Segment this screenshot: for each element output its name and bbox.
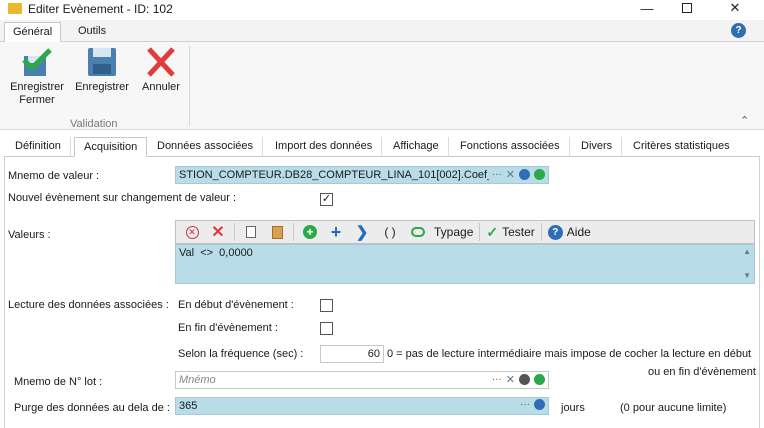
delete-icon[interactable]: ✕ bbox=[208, 222, 228, 242]
chevron-right-icon[interactable]: ❯ bbox=[352, 222, 372, 242]
maximize-icon bbox=[682, 3, 692, 13]
lecture-label: Lecture des données associées : bbox=[8, 299, 169, 311]
goto-icon[interactable] bbox=[519, 169, 530, 180]
tab-acquisition[interactable]: Acquisition bbox=[74, 137, 148, 157]
freq-note-1: 0 = pas de lecture intermédiaire mais im… bbox=[387, 348, 752, 360]
floppy-icon bbox=[88, 48, 116, 76]
lot-field[interactable]: Mnémo ··· ✕ bbox=[175, 371, 549, 389]
help-circle-icon: ? bbox=[547, 224, 563, 240]
save-label: Enregistrer bbox=[75, 81, 129, 93]
toolbar-separator bbox=[479, 223, 481, 241]
freq-input[interactable]: 60 bbox=[320, 345, 384, 363]
window-title: Editer Evènement - ID: 102 bbox=[28, 2, 173, 16]
lot-placeholder: Mnémo bbox=[179, 374, 216, 386]
delete-line-icon[interactable]: ✕ bbox=[182, 222, 202, 242]
cancel-icon bbox=[147, 47, 175, 77]
purge-unit: jours bbox=[561, 402, 585, 414]
tab-import-donnees[interactable]: Import des données bbox=[266, 137, 383, 157]
freq-value: 60 bbox=[367, 348, 380, 360]
aide-button[interactable]: ? Aide bbox=[547, 224, 591, 240]
purge-value: 365 bbox=[179, 400, 198, 412]
paste-icon[interactable] bbox=[267, 222, 287, 242]
mnemo-label: Mnemo de valeur : bbox=[8, 170, 100, 182]
new-event-checkbox[interactable]: ✓ bbox=[320, 193, 333, 206]
collapse-ribbon-icon[interactable]: ⌃ bbox=[740, 114, 749, 127]
lot-label: Mnemo de N° lot : bbox=[14, 376, 103, 388]
tab-criteres-statistiques[interactable]: Critères statistiques bbox=[624, 137, 739, 157]
add-circle-icon[interactable]: + bbox=[300, 222, 320, 242]
folder-icon bbox=[8, 3, 22, 14]
mnemo-value: STION_COMPTEUR.DB28_COMPTEUR_LINA_101[00… bbox=[179, 169, 501, 181]
valeurs-editor[interactable]: Val <> 0,0000 ▲ ▼ bbox=[175, 244, 755, 284]
typage-button[interactable]: Typage bbox=[434, 225, 473, 239]
ribbon-tab-outils[interactable]: Outils bbox=[70, 22, 114, 42]
freq-note-2: ou en fin d'évènement bbox=[648, 366, 756, 378]
fin-label: En fin d'évènement : bbox=[178, 322, 278, 334]
valeurs-label: Valeurs : bbox=[8, 229, 51, 241]
add-icon[interactable] bbox=[534, 169, 545, 180]
tab-fonctions-associees[interactable]: Fonctions associées bbox=[451, 137, 570, 157]
debut-label: En début d'évènement : bbox=[178, 299, 294, 311]
goto-icon[interactable] bbox=[519, 374, 530, 385]
toolbar-separator bbox=[234, 223, 235, 241]
toolbar-separator bbox=[540, 223, 542, 241]
tab-definition[interactable]: Définition bbox=[6, 137, 71, 157]
content-tabs: Définition Acquisition Données associées… bbox=[4, 137, 760, 157]
goto-icon[interactable] bbox=[534, 399, 545, 410]
purge-field[interactable]: 365 ··· bbox=[175, 397, 549, 415]
copy-icon[interactable] bbox=[241, 222, 261, 242]
maximize-button[interactable] bbox=[664, 0, 710, 16]
cancel-button[interactable]: Annuler bbox=[138, 46, 184, 94]
scroll-up-icon[interactable]: ▲ bbox=[743, 247, 751, 256]
check-icon: ✓ bbox=[486, 223, 499, 240]
save-close-label: Enregistrer Fermer bbox=[10, 81, 64, 106]
tester-label: Tester bbox=[502, 225, 535, 239]
more-icon[interactable]: ··· bbox=[520, 399, 530, 410]
more-icon[interactable]: ··· bbox=[492, 374, 502, 385]
ribbon-tabs: Général Outils ? bbox=[0, 20, 764, 42]
ribbon-tab-general[interactable]: Général bbox=[4, 22, 62, 42]
save-close-button[interactable]: Enregistrer Fermer bbox=[8, 46, 66, 107]
valeurs-toolbar: ✕ ✕ + + ❯ ( ) Typage ✓ Tester ? Aide bbox=[175, 220, 755, 244]
scroll-down-icon[interactable]: ▼ bbox=[743, 271, 751, 280]
title-bar: Editer Evènement - ID: 102 — ✕ bbox=[0, 0, 764, 18]
ribbon-panel: Enregistrer Fermer Enregistrer Annuler V… bbox=[0, 42, 764, 130]
mnemo-field[interactable]: STION_COMPTEUR.DB28_COMPTEUR_LINA_101[00… bbox=[175, 166, 549, 184]
tab-donnees-associees[interactable]: Données associées bbox=[148, 137, 264, 157]
plus-icon[interactable]: + bbox=[326, 222, 346, 242]
save-close-icon bbox=[22, 48, 52, 76]
fin-checkbox[interactable] bbox=[320, 322, 333, 335]
tab-affichage[interactable]: Affichage bbox=[384, 137, 449, 157]
close-button[interactable]: ✕ bbox=[712, 0, 758, 16]
help-icon[interactable]: ? bbox=[731, 23, 746, 38]
ribbon-group-label: Validation bbox=[70, 118, 118, 130]
more-icon[interactable]: ··· bbox=[492, 169, 502, 180]
clear-icon[interactable]: ✕ bbox=[506, 373, 515, 386]
debut-checkbox[interactable] bbox=[320, 299, 333, 312]
parentheses-button[interactable]: ( ) bbox=[378, 222, 402, 242]
freq-label: Selon la fréquence (sec) : bbox=[178, 348, 304, 360]
save-button[interactable]: Enregistrer bbox=[72, 46, 132, 94]
ribbon-separator bbox=[189, 46, 190, 126]
cancel-label: Annuler bbox=[142, 81, 180, 93]
valeurs-text: Val <> 0,0000 bbox=[179, 247, 253, 259]
aide-label: Aide bbox=[566, 225, 591, 239]
clear-icon[interactable]: ✕ bbox=[506, 168, 515, 181]
tab-divers[interactable]: Divers bbox=[572, 137, 623, 157]
toolbar-separator bbox=[293, 223, 294, 241]
add-icon[interactable] bbox=[534, 374, 545, 385]
purge-label: Purge des données au dela de : bbox=[14, 402, 170, 414]
typage-icon[interactable] bbox=[408, 222, 428, 242]
tester-button[interactable]: ✓ Tester bbox=[486, 224, 534, 241]
purge-note: (0 pour aucune limite) bbox=[620, 402, 727, 414]
new-event-label: Nouvel évènement sur changement de valeu… bbox=[8, 192, 237, 204]
